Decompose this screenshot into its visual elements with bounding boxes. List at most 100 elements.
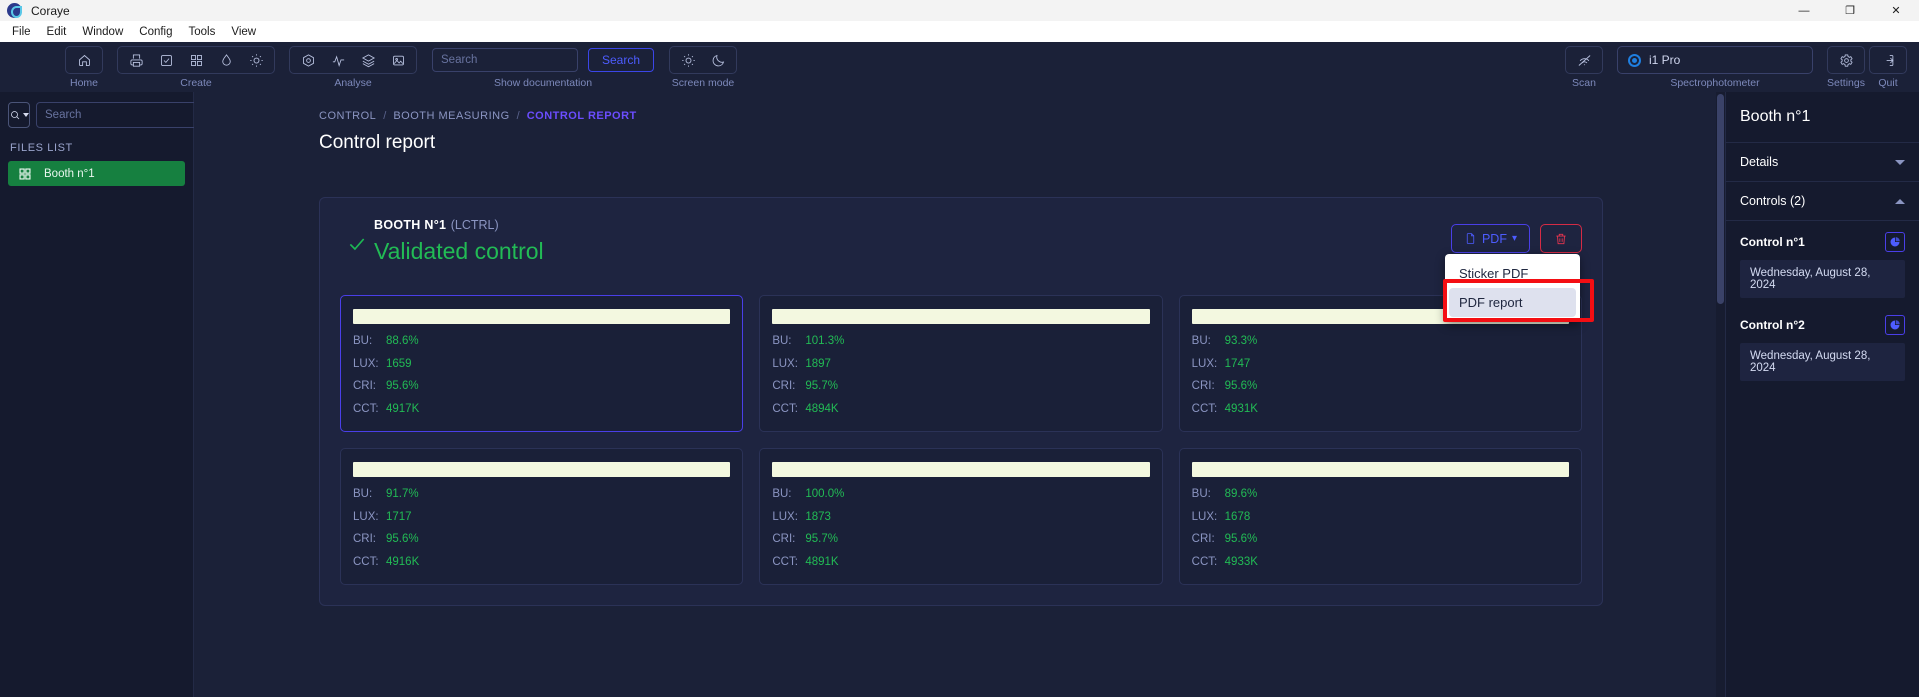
moon-icon[interactable] [703,48,733,72]
image-button[interactable] [383,48,413,72]
files-list-heading: FILES LIST [10,142,73,154]
measurement-value: 100.0% [805,488,845,500]
color-analysis-button[interactable] [293,48,323,72]
home-button[interactable] [69,48,99,72]
measurement-key: CCT: [1191,555,1218,568]
measurement-value: 95.6% [1224,533,1258,545]
breadcrumb-control[interactable]: CONTROL [319,110,376,122]
ribbon-group-spectrophotometer: i1 Pro Spectrophotometer [1617,46,1813,89]
measurement-value: 1873 [805,510,831,523]
search-filter-icon[interactable] [8,102,30,128]
grid-button[interactable] [181,48,211,72]
app-body: FILES LIST Booth n°1 CONTROL / BOOTH MEA… [0,92,1919,697]
measurement-card[interactable]: BU: 100.0% LUX: 1873 CRI: 95.7% CCT: 4891K [759,448,1163,585]
check-icon [340,216,374,254]
search-input[interactable] [432,48,578,72]
ribbon-label-scan: Scan [1572,77,1596,89]
measurement-key: LUX: [353,357,379,370]
main-scrollbar-thumb[interactable] [1717,94,1724,304]
measurement-row-lux: LUX: 1659 [353,357,730,371]
measurement-key: CRI: [353,380,376,392]
close-icon[interactable]: ✕ [1873,0,1919,21]
panel-section-details[interactable]: Details [1726,143,1919,182]
control-label: Control n°2 [1740,318,1805,332]
ribbon-group-quit: Quit [1869,46,1907,89]
report-actions: PDF ▾ Sticker PDF PDF report [1442,216,1594,322]
measurement-card[interactable]: BU: 88.6% LUX: 1659 CRI: 95.6% CCT: 4917K [340,295,744,432]
print-button[interactable] [121,48,151,72]
measurement-row-lux: LUX: 1873 [772,510,1149,524]
pdf-menu-item-pdf-report[interactable]: PDF report [1448,288,1576,317]
search-button[interactable]: Search [588,48,655,72]
measurement-row-cri: CRI: 95.6% [353,380,730,393]
measurement-row-bu: BU: 88.6% [353,335,730,348]
breadcrumb-control-report[interactable]: CONTROL REPORT [527,110,637,122]
pdf-dropdown-button[interactable]: PDF ▾ [1450,224,1530,253]
measurement-card[interactable]: BU: 101.3% LUX: 1897 CRI: 95.7% CCT: 4894K [759,295,1163,432]
measurement-value: 93.3% [1224,335,1258,347]
spectrophotometer-device: i1 Pro [1649,53,1681,67]
sun-icon[interactable] [673,48,703,72]
report-titles: BOOTH N°1 (LCTRL) Validated control [374,216,1451,265]
measurement-row-bu: BU: 91.7% [353,488,730,501]
measurement-value: 1747 [1224,357,1251,370]
menu-window[interactable]: Window [74,24,131,40]
ribbon-label-spectrophotometer: Spectrophotometer [1670,77,1760,89]
color-swatch-bar [353,462,731,477]
measurement-key: LUX: [1191,357,1218,370]
measurement-value: 4894K [805,402,839,415]
measurement-row-lux: LUX: 1897 [772,358,1149,371]
control-row: Control n°2 [1726,304,1919,343]
pdf-menu-item-sticker-pdf[interactable]: Sticker PDF [1449,259,1576,288]
pie-chart-icon[interactable] [1885,315,1905,335]
sidebar-item-booth-1[interactable]: Booth n°1 [8,161,185,186]
measurement-key: BU: [1191,335,1211,347]
scan-disabled-icon[interactable] [1569,48,1599,72]
measurement-row-bu: BU: 100.0% [772,488,1149,501]
sidebar-search-row [8,102,208,128]
measurement-row-cri: CRI: 95.6% [1192,380,1569,393]
waveform-button[interactable] [323,48,353,72]
minimize-icon[interactable]: — [1781,0,1827,21]
control-date[interactable]: Wednesday, August 28, 2024 [1740,260,1905,298]
menu-config[interactable]: Config [131,24,180,40]
menu-file[interactable]: File [4,24,39,40]
measurement-card[interactable]: BU: 89.6% LUX: 1678 CRI: 95.6% CCT: 4933K [1178,448,1582,585]
menu-edit[interactable]: Edit [39,24,75,40]
menu-tools[interactable]: Tools [181,24,224,40]
control-date[interactable]: Wednesday, August 28, 2024 [1740,343,1905,381]
pie-chart-icon[interactable] [1885,232,1905,252]
brightness-button[interactable] [241,48,271,72]
droplet-button[interactable] [211,48,241,72]
spectrophotometer-selector[interactable]: i1 Pro [1617,46,1813,74]
sidebar-search-input[interactable] [36,102,208,128]
breadcrumb-separator: / [383,110,387,122]
maximize-icon[interactable]: ❐ [1827,0,1873,21]
ribbon-toolbar: Home Create Analyse Search Search Show d… [0,42,1919,92]
report-status: Validated control [374,238,544,264]
measurement-value: 4933K [1224,555,1258,568]
measurement-key: BU: [772,335,792,347]
measurement-value: 4917K [386,402,420,415]
panel-section-controls[interactable]: Controls (2) [1726,182,1919,221]
exit-icon[interactable] [1873,48,1903,72]
menu-view[interactable]: View [223,24,264,40]
window-title: Coraye [31,3,70,18]
main-scrollbar-track[interactable] [1716,92,1725,697]
controls-list: Control n°1 Wednesday, August 28, 2024 C… [1726,221,1919,381]
measurement-row-cri: CRI: 95.7% [772,533,1149,546]
measurement-card[interactable]: BU: 91.7% LUX: 1717 CRI: 95.6% CCT: 4916K [340,448,744,585]
measurement-value: 1717 [386,510,412,523]
delete-report-button[interactable] [1540,224,1582,253]
task-button[interactable] [151,48,181,72]
measurement-value: 95.6% [1224,380,1258,392]
breadcrumb-booth-measuring[interactable]: BOOTH MEASURING [393,110,509,122]
breadcrumb: CONTROL / BOOTH MEASURING / CONTROL REPO… [194,110,1725,122]
gear-icon[interactable] [1831,48,1861,72]
control-label: Control n°1 [1740,235,1805,249]
measurement-value: 1659 [386,357,412,370]
layers-button[interactable] [353,48,383,72]
measurement-value: 95.6% [386,380,419,392]
measurement-row-bu: BU: 93.3% [1191,335,1569,348]
measurement-key: BU: [353,335,373,347]
